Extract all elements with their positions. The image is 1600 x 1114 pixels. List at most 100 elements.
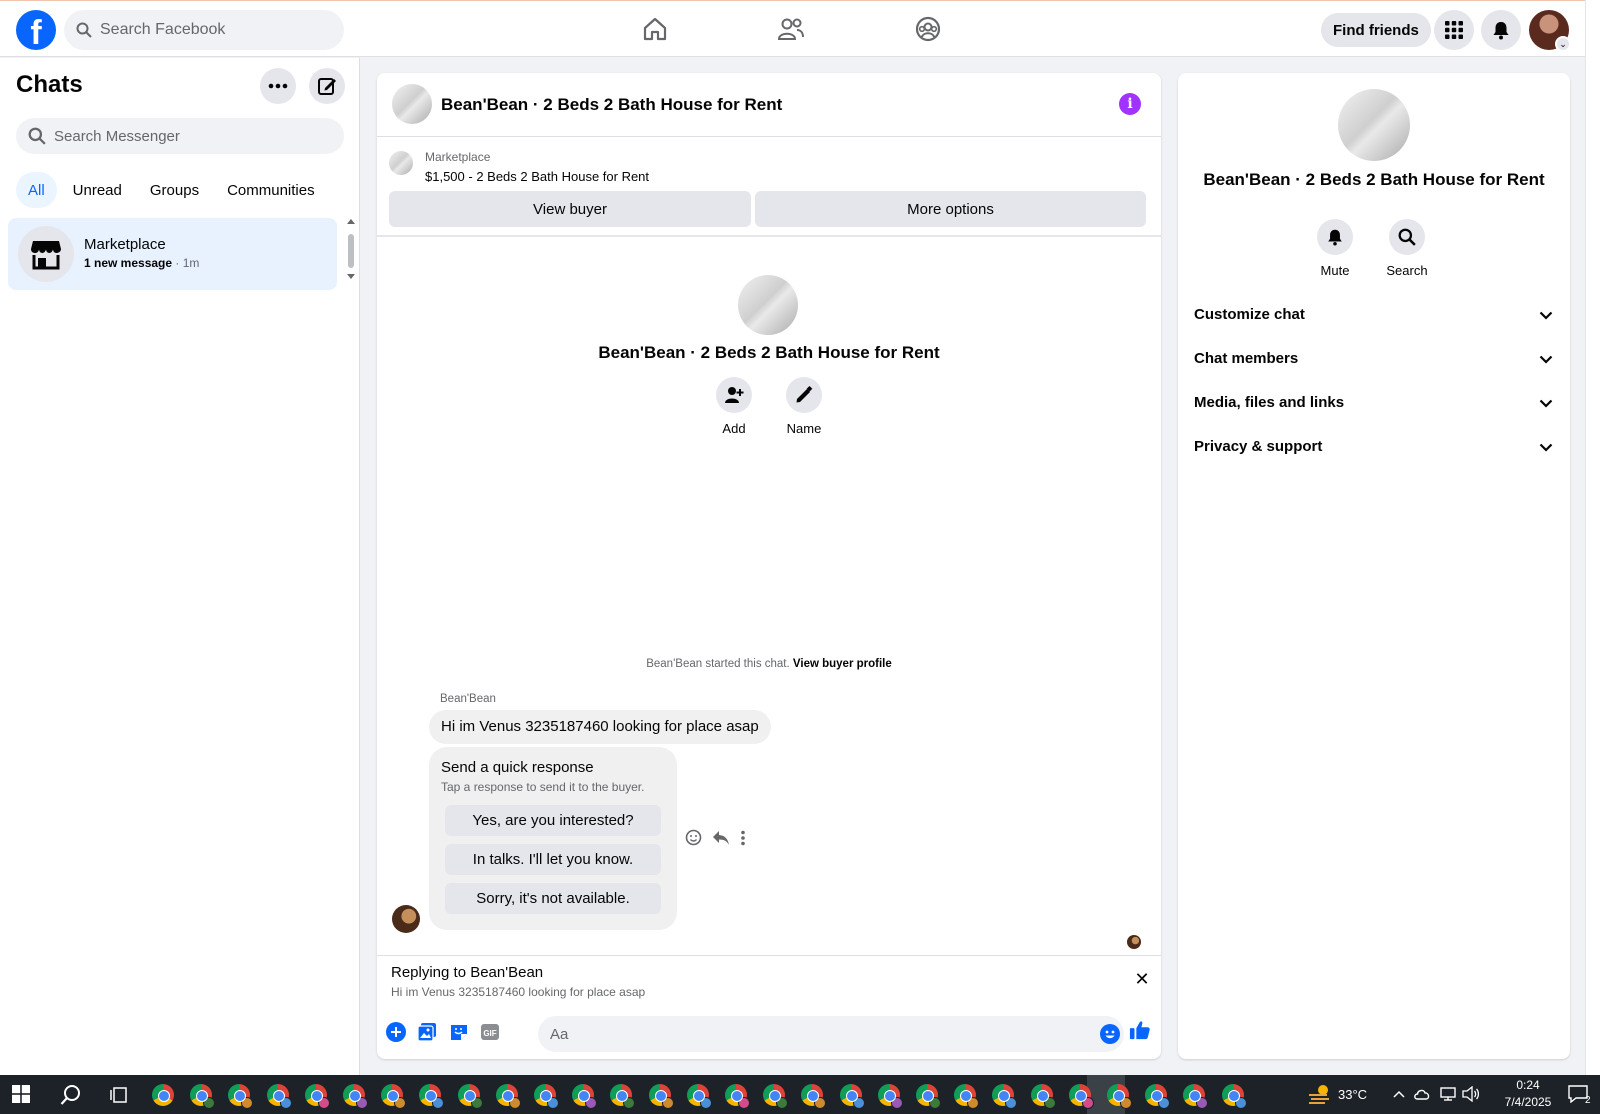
customize-chat-section[interactable]: Customize chat (1178, 293, 1570, 337)
sticker-icon[interactable] (448, 1021, 470, 1043)
add-people-action[interactable]: Add (704, 377, 764, 436)
windows-start-icon[interactable] (12, 1085, 30, 1103)
conversation-item-marketplace[interactable]: Marketplace 1 new message · 1m (8, 218, 337, 290)
mute-action[interactable]: Mute (1305, 219, 1365, 278)
clock-time[interactable]: 0:24 (1503, 1078, 1553, 1092)
sender-avatar[interactable] (392, 905, 420, 933)
reply-icon[interactable] (712, 830, 730, 846)
chrome-taskbar-icon[interactable] (1030, 1084, 1056, 1109)
conversation-title[interactable]: Bean'Bean · 2 Beds 2 Bath House for Rent (441, 95, 782, 115)
chevron-down-icon (1536, 349, 1556, 369)
conversation-info-icon[interactable]: i (1119, 93, 1141, 115)
chrome-taskbar-icon[interactable] (877, 1084, 903, 1109)
chrome-taskbar-icon[interactable] (381, 1084, 407, 1109)
chrome-taskbar-icon[interactable] (572, 1084, 598, 1109)
chrome-taskbar-icon[interactable] (534, 1084, 559, 1109)
chrome-taskbar-icon[interactable] (1145, 1084, 1171, 1109)
notifications-bell-icon[interactable] (1481, 10, 1521, 50)
account-chevron-down-icon[interactable]: ⌄ (1555, 36, 1571, 52)
view-buyer-profile-link[interactable]: View buyer profile (793, 658, 892, 670)
filter-tab-groups[interactable]: Groups (138, 172, 211, 208)
filter-tab-unread[interactable]: Unread (61, 172, 134, 208)
chat-members-section[interactable]: Chat members (1178, 337, 1570, 381)
filter-tab-all[interactable]: All (16, 172, 57, 208)
facebook-search-input[interactable] (100, 21, 320, 39)
weather-icon[interactable] (1307, 1083, 1331, 1105)
quick-response-button[interactable]: Sorry, it's not available. (445, 883, 661, 914)
marketplace-store-icon (18, 226, 74, 282)
gif-icon[interactable]: GIF (479, 1021, 501, 1043)
chrome-taskbar-icon[interactable] (610, 1084, 636, 1109)
chrome-taskbar-icon[interactable] (954, 1084, 980, 1109)
chat-list-scroll-thumb[interactable] (348, 234, 354, 268)
chrome-taskbar-icon[interactable] (686, 1084, 712, 1109)
messenger-search-input[interactable] (54, 127, 314, 145)
conversation-intro-thumbnail (738, 275, 798, 335)
search-in-conversation-action[interactable]: Search (1377, 219, 1437, 278)
volume-icon[interactable] (1462, 1086, 1480, 1102)
name-chat-action[interactable]: Name (774, 377, 834, 436)
friends-icon[interactable] (775, 13, 807, 45)
conversation-thumbnail[interactable] (392, 84, 432, 124)
task-view-icon[interactable] (110, 1086, 128, 1104)
home-icon[interactable] (639, 13, 671, 45)
notification-count: 2 (1585, 1095, 1591, 1106)
more-actions-plus-icon[interactable] (385, 1021, 407, 1043)
view-buyer-button[interactable]: View buyer (389, 191, 751, 227)
chrome-taskbar-icon[interactable] (304, 1084, 330, 1109)
more-options-button[interactable]: More options (755, 191, 1146, 227)
media-files-links-section[interactable]: Media, files and links (1178, 381, 1570, 425)
find-friends-button[interactable]: Find friends (1321, 13, 1431, 47)
chrome-taskbar-icon[interactable] (495, 1084, 521, 1109)
chrome-taskbar-icon[interactable] (801, 1084, 827, 1109)
attach-photo-icon[interactable] (416, 1021, 438, 1043)
chat-options-more-icon[interactable] (260, 68, 296, 104)
thumbs-up-icon[interactable] (1129, 1019, 1151, 1041)
chrome-taskbar-icon[interactable] (457, 1084, 483, 1109)
chrome-taskbar-icon[interactable] (1183, 1084, 1209, 1109)
clock-date[interactable]: 7/4/2025 (1494, 1095, 1562, 1109)
chrome-taskbar-icon[interactable] (419, 1084, 445, 1109)
chrome-taskbar-icon[interactable] (725, 1084, 750, 1109)
weather-temperature[interactable]: 33°C (1338, 1087, 1367, 1102)
chrome-taskbar-icon[interactable] (190, 1084, 216, 1109)
facebook-search-box[interactable] (64, 10, 344, 50)
facebook-logo[interactable]: f (16, 10, 56, 50)
chrome-taskbar-icon[interactable] (1221, 1084, 1247, 1109)
menu-grid-icon[interactable] (1434, 10, 1474, 50)
onedrive-cloud-icon[interactable] (1413, 1087, 1431, 1101)
more-vertical-icon[interactable] (740, 830, 746, 846)
close-reply-icon[interactable]: ✕ (1132, 970, 1152, 990)
messenger-search-box[interactable] (16, 118, 344, 154)
quick-response-button[interactable]: Yes, are you interested? (445, 805, 661, 836)
listing-title[interactable]: $1,500 - 2 Beds 2 Bath House for Rent (425, 169, 649, 184)
chrome-taskbar-icon[interactable] (992, 1084, 1018, 1109)
chrome-taskbar-icon[interactable] (839, 1084, 865, 1109)
show-hidden-icons-chevron-up-icon[interactable] (1393, 1090, 1405, 1098)
react-emoji-icon[interactable] (685, 829, 702, 846)
incoming-message-bubble[interactable]: Hi im Venus 3235187460 looking for place… (429, 710, 771, 744)
message-input-box[interactable] (538, 1016, 1124, 1052)
chrome-taskbar-icon[interactable] (1107, 1084, 1132, 1109)
page-scrollbar[interactable] (1585, 0, 1600, 1075)
quick-response-button[interactable]: In talks. I'll let you know. (445, 844, 661, 875)
groups-icon[interactable] (912, 13, 944, 45)
chrome-taskbar-icon[interactable] (343, 1084, 368, 1109)
message-input[interactable] (550, 1023, 1070, 1045)
chrome-taskbar-icon[interactable] (1068, 1084, 1094, 1109)
chrome-taskbar-icon[interactable] (266, 1084, 292, 1109)
new-message-compose-icon[interactable] (309, 68, 345, 104)
chrome-taskbar-icon[interactable] (228, 1084, 254, 1109)
chrome-taskbar-icon[interactable] (763, 1084, 789, 1109)
message-composer: GIF (377, 1007, 1161, 1059)
taskbar-search-icon[interactable] (60, 1084, 82, 1106)
profile-badge-icon (279, 1097, 292, 1109)
chat-list-scrollbar[interactable] (346, 218, 356, 280)
chrome-taskbar-icon[interactable] (648, 1084, 674, 1109)
chrome-taskbar-icon[interactable] (916, 1084, 941, 1109)
privacy-support-section[interactable]: Privacy & support (1178, 425, 1570, 469)
network-icon[interactable] (1439, 1087, 1457, 1101)
emoji-icon[interactable] (1100, 1024, 1120, 1044)
chrome-taskbar-icon[interactable] (152, 1084, 174, 1106)
filter-tab-communities[interactable]: Communities (215, 172, 327, 208)
